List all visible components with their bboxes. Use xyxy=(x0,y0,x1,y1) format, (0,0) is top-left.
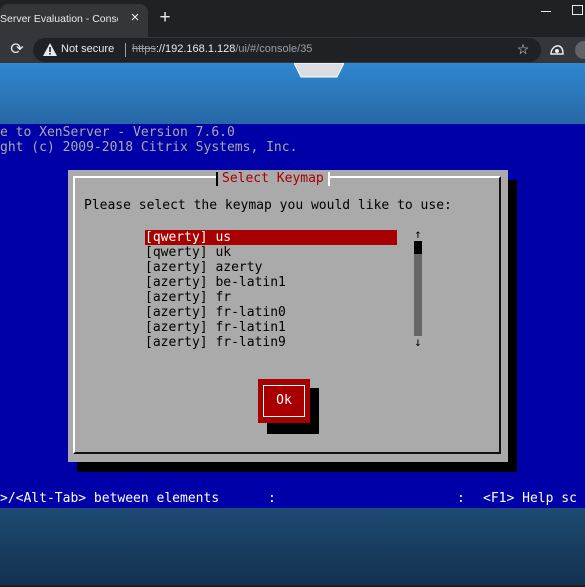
keymap-item[interactable]: [azerty] fr-latin9 xyxy=(145,335,397,350)
scroll-up-icon[interactable]: ↑ xyxy=(412,228,424,240)
keymap-dialog: Select Keymap Please select the keymap y… xyxy=(68,170,508,462)
status-separator: : xyxy=(268,491,276,506)
warning-icon[interactable] xyxy=(42,42,58,58)
scroll-track[interactable] xyxy=(414,241,422,336)
new-tab-button[interactable]: + xyxy=(156,8,174,27)
maximize-window-icon[interactable] xyxy=(568,0,585,16)
tab-title: Server Evaluation - Console - xyxy=(0,13,118,25)
keymap-item[interactable]: [azerty] fr-latin1 xyxy=(145,320,397,335)
console-screen[interactable]: e to XenServer - Version 7.6.0 ght (c) 2… xyxy=(0,124,585,508)
browser-tab[interactable]: Server Evaluation - Console - × xyxy=(0,4,148,37)
close-tab-icon[interactable]: × xyxy=(128,10,142,25)
ok-button-label: Ok xyxy=(263,385,305,417)
status-hint-help: <F1> Help sc xyxy=(483,491,577,506)
console-toolbar-handle[interactable] xyxy=(294,63,344,79)
status-hint-navigation: >/<Alt-Tab> between elements xyxy=(0,491,220,506)
profile-avatar[interactable] xyxy=(575,41,585,59)
page-content: e to XenServer - Version 7.6.0 ght (c) 2… xyxy=(0,63,585,585)
address-bar[interactable]: Not secure https://192.168.1.128/ui/#/co… xyxy=(33,38,541,62)
keymap-item[interactable]: [qwerty] us xyxy=(145,230,397,245)
ok-button[interactable]: Ok xyxy=(258,379,310,423)
url-text[interactable]: https://192.168.1.128/ui/#/console/35 xyxy=(132,43,312,55)
browser-tab-strip: Server Evaluation - Console - × + xyxy=(0,0,585,37)
console-footer-band xyxy=(0,508,585,585)
keymap-item[interactable]: [azerty] azerty xyxy=(145,260,397,275)
star-icon[interactable]: ☆ xyxy=(515,41,531,57)
status-bar: >/<Alt-Tab> between elements : : <F1> He… xyxy=(0,491,585,507)
dialog-prompt: Please select the keymap you would like … xyxy=(84,198,452,213)
scroll-thumb[interactable] xyxy=(414,241,422,254)
welcome-text: e to XenServer - Version 7.6.0 xyxy=(0,125,235,140)
keymap-item[interactable]: [azerty] fr xyxy=(145,290,397,305)
keymap-item[interactable]: [azerty] be-latin1 xyxy=(145,275,397,290)
scroll-down-icon[interactable]: ↓ xyxy=(412,336,424,348)
extension-icon[interactable] xyxy=(549,43,565,57)
minimize-window-icon[interactable] xyxy=(536,0,556,16)
keymap-item[interactable]: [qwerty] uk xyxy=(145,245,397,260)
address-separator xyxy=(125,43,126,57)
url-scheme: https xyxy=(132,43,156,55)
keymap-item[interactable]: [azerty] fr-latin0 xyxy=(145,305,397,320)
security-label[interactable]: Not secure xyxy=(61,43,114,55)
refresh-icon[interactable]: ⟳ xyxy=(8,41,26,59)
console-header-band xyxy=(0,63,585,124)
status-separator: : xyxy=(457,491,465,506)
copyright-text: ght (c) 2009-2018 Citrix Systems, Inc. xyxy=(0,140,298,155)
url-path: /ui/#/console/35 xyxy=(235,43,313,55)
url-host: ://192.168.1.128 xyxy=(155,43,236,55)
dialog-title: Select Keymap xyxy=(216,170,330,188)
list-scrollbar[interactable]: ↑ ↓ xyxy=(412,228,424,348)
browser-toolbar: ⟳ Not secure https://192.168.1.128/ui/#/… xyxy=(0,37,585,63)
